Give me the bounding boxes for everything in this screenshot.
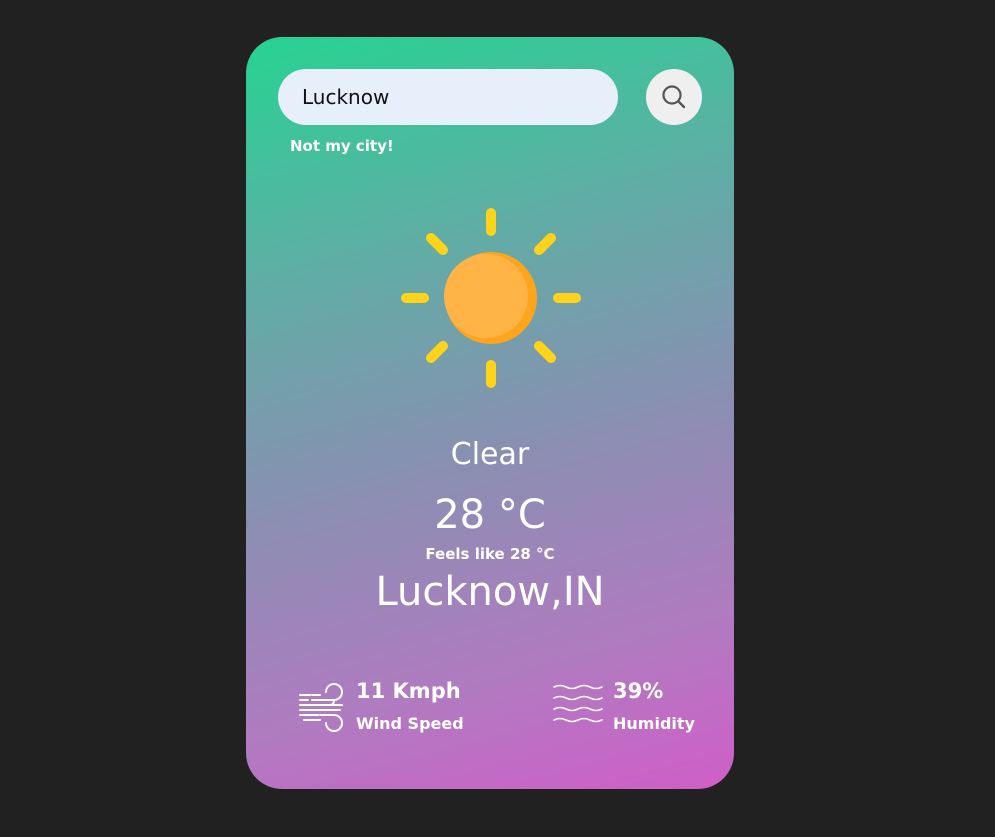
wind-speed-value: 11 Kmph xyxy=(356,679,461,703)
wind-speed-label: Wind Speed xyxy=(356,714,464,733)
weather-condition: Clear xyxy=(450,437,530,472)
humidity-label: Humidity xyxy=(613,714,695,733)
location-name: Lucknow,IN xyxy=(375,569,605,615)
wind-icon xyxy=(299,683,343,732)
search-icon xyxy=(662,85,686,109)
temperature: 28 °C xyxy=(434,492,546,538)
not-my-city-link[interactable]: Not my city! xyxy=(290,137,394,155)
city-search-input[interactable] xyxy=(278,69,618,125)
feels-like: Feels like 28 °C xyxy=(425,545,555,563)
search-button[interactable] xyxy=(646,69,702,125)
sun-icon xyxy=(401,208,581,388)
weather-card: Not my city! Clear 28 °C Feels like 28 °… xyxy=(246,37,734,789)
humidity-waves-icon xyxy=(553,684,603,723)
humidity-value: 39% xyxy=(613,679,664,703)
